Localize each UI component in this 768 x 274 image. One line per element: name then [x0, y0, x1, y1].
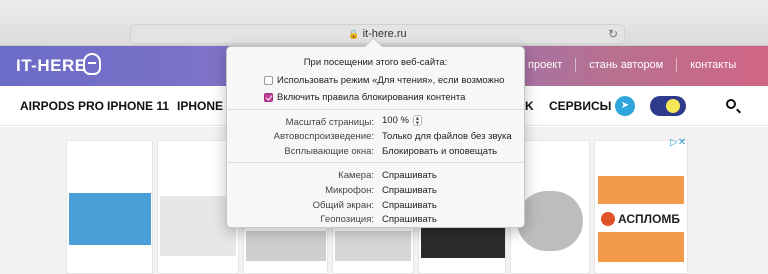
autoplay-label: Автовоспроизведение: — [273, 131, 374, 142]
product-image — [246, 231, 326, 261]
lock-icon: 🔒 — [348, 29, 360, 39]
product-card[interactable] — [66, 140, 153, 274]
ad-background — [598, 232, 684, 262]
product-image — [335, 231, 411, 261]
popups-label: Всплывающие окна: — [284, 146, 374, 157]
zoom-label: Масштаб страницы: — [285, 117, 374, 128]
ad-background — [598, 176, 684, 204]
ad-logo: АСПЛОМБ — [598, 208, 684, 230]
browser-toolbar: 🔒 it-here.ru ↻ — [0, 0, 768, 46]
autoplay-value[interactable]: Только для файлов без звука — [382, 131, 512, 142]
divider — [227, 162, 524, 163]
nav-divider — [575, 58, 577, 72]
product-image — [69, 193, 151, 245]
nav-link-contacts[interactable]: контакты — [690, 59, 736, 71]
content-blockers-option[interactable]: Включить правила блокирования контента — [264, 92, 465, 103]
zoom-control[interactable]: 100 % ▴ ▾ — [382, 115, 422, 127]
content-blockers-label: Включить правила блокирования контента — [277, 92, 466, 103]
search-icon[interactable] — [726, 99, 736, 109]
telegram-icon[interactable]: ➤ — [615, 96, 635, 116]
ad-choices-icon[interactable]: ▷✕ — [670, 137, 686, 148]
divider — [227, 109, 524, 110]
site-settings-popover: При посещении этого веб-сайта: Использов… — [226, 46, 525, 228]
popover-title: При посещении этого веб-сайта: — [303, 57, 448, 68]
screen-share-value[interactable]: Спрашивать — [382, 200, 437, 211]
category-partial[interactable]: K — [525, 99, 534, 113]
location-label: Геопозиция: — [320, 214, 374, 225]
reader-mode-checkbox[interactable] — [264, 76, 273, 85]
category-airpods-pro[interactable]: AIRPODS PRO — [20, 99, 104, 113]
screen-share-label: Общий экран: — [312, 200, 374, 211]
camera-label: Камера: — [338, 170, 374, 181]
popups-value[interactable]: Блокировать и оповещать — [382, 146, 497, 157]
nav-link-project[interactable]: проект — [528, 59, 562, 71]
nav-link-become-author[interactable]: стань автором — [589, 59, 663, 71]
top-nav: проект стань автором контакты — [528, 58, 736, 72]
stepper-icon[interactable]: ▴ ▾ — [412, 115, 422, 127]
logo-mark-icon — [83, 53, 101, 75]
location-value[interactable]: Спрашивать — [382, 214, 437, 225]
zoom-value: 100 % — [382, 115, 409, 127]
microphone-label: Микрофон: — [325, 185, 374, 196]
site-logo[interactable]: IT-HERE — [16, 56, 87, 76]
camera-value[interactable]: Спрашивать — [382, 170, 437, 181]
category-iphone-11[interactable]: IPHONE 11 — [107, 99, 169, 113]
url-text: it-here.ru — [362, 28, 407, 40]
product-image — [160, 196, 236, 256]
nav-divider — [676, 58, 678, 72]
microphone-value[interactable]: Спрашивать — [382, 185, 437, 196]
ad-logo-mark — [601, 212, 615, 226]
reload-icon[interactable]: ↻ — [608, 27, 618, 41]
ad-brand-text: АСПЛОМБ — [618, 212, 681, 226]
toggle-knob — [666, 99, 680, 113]
product-image — [517, 191, 583, 251]
reader-mode-option[interactable]: Использовать режим «Для чтения», если во… — [264, 75, 504, 86]
category-services[interactable]: СЕРВИСЫ — [549, 99, 611, 113]
theme-toggle-icon[interactable] — [650, 96, 686, 116]
address-text[interactable]: 🔒 it-here.ru — [131, 28, 624, 40]
content-blockers-checkbox[interactable] — [264, 93, 273, 102]
reader-mode-label: Использовать режим «Для чтения», если во… — [277, 75, 505, 86]
